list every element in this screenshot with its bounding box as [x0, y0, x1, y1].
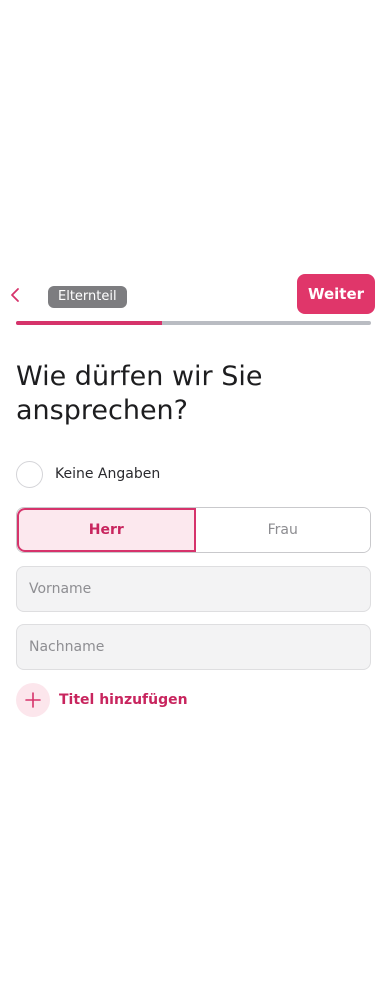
- plus-icon: [16, 683, 50, 717]
- salutation-option-herr[interactable]: Herr: [17, 508, 196, 552]
- last-name-field[interactable]: [16, 624, 371, 670]
- add-title-label: Titel hinzufügen: [59, 692, 188, 708]
- role-badge: Elternteil: [48, 286, 127, 308]
- salutation-segmented-control: Herr Frau: [16, 507, 371, 553]
- chevron-left-icon: [11, 288, 19, 302]
- top-bar: Elternteil Weiter: [0, 274, 375, 314]
- salutation-option-frau[interactable]: Frau: [195, 508, 370, 552]
- progress-fill: [16, 321, 162, 325]
- next-button[interactable]: Weiter: [297, 274, 375, 314]
- progress-bar: [16, 321, 371, 325]
- add-title-button[interactable]: Titel hinzufügen: [16, 683, 188, 717]
- back-button[interactable]: [6, 286, 24, 304]
- app-screen: Elternteil Weiter Wie dürfen wir Sie ans…: [0, 0, 375, 999]
- no-info-label: Keine Angaben: [55, 466, 161, 482]
- first-name-field[interactable]: [16, 566, 371, 612]
- no-info-radio[interactable]: [16, 460, 43, 488]
- page-title: Wie dürfen wir Sie ansprechen?: [16, 361, 263, 426]
- no-info-option[interactable]: Keine Angaben: [16, 459, 160, 489]
